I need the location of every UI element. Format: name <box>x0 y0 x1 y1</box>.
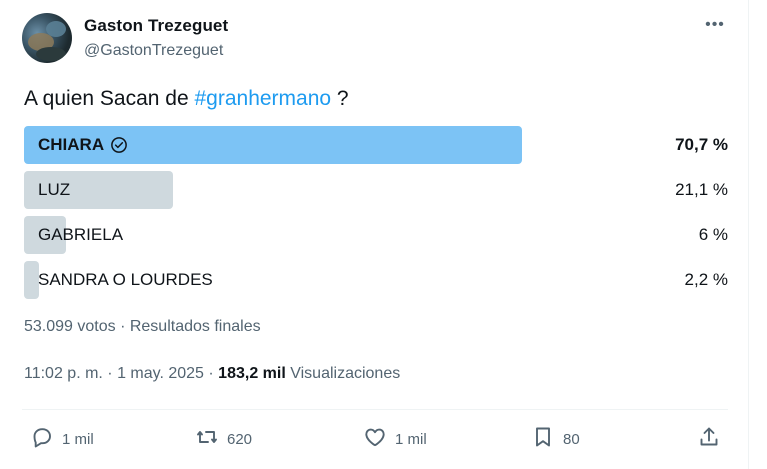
avatar[interactable] <box>22 13 72 63</box>
action-bar: 1 mil 620 1 mil 80 <box>0 422 749 456</box>
views-count: 183,2 mil <box>218 365 286 382</box>
repost-button[interactable]: 620 <box>195 422 252 456</box>
poll-option-percent: 6 % <box>698 225 728 244</box>
bookmark-button[interactable]: 80 <box>531 422 580 456</box>
poll-option-label: GABRIELA <box>38 216 123 254</box>
poll-option-text: GABRIELA <box>38 225 124 244</box>
hashtag-link[interactable]: #granhermano <box>194 87 331 110</box>
tweet-meta: 11:02 p. m. · 1 may. 2025 · 183,2 mil Vi… <box>24 365 400 383</box>
poll-results-summary: 53.099 votos · Resultados finales <box>24 318 261 335</box>
poll-option-label: LUZ <box>38 171 70 209</box>
tweet-text-after: ? <box>331 87 349 110</box>
reply-button[interactable]: 1 mil <box>30 422 94 456</box>
poll-option: SANDRA O LOURDES 2,2 % <box>24 261 728 299</box>
views-label: Visualizaciones <box>285 365 401 382</box>
author-handle[interactable]: @GastonTrezeguet <box>84 42 223 60</box>
poll: CHIARA 70,7 % LUZ 21,1 % GABRIELA 6 % SA… <box>24 126 728 306</box>
reply-count: 1 mil <box>62 430 94 448</box>
tweet-text-before: A quien Sacan de <box>24 87 195 110</box>
poll-option-label: SANDRA O LOURDES <box>38 261 213 299</box>
check-circle-icon <box>110 136 128 154</box>
bookmark-count: 80 <box>563 430 580 448</box>
poll-option-text: LUZ <box>38 180 71 199</box>
poll-bar <box>24 261 39 299</box>
reply-icon <box>30 425 54 453</box>
repost-count: 620 <box>227 430 253 448</box>
poll-option-percent: 2,2 % <box>684 270 728 289</box>
tweet-card: Gaston Trezeguet @GastonTrezeguet ••• A … <box>0 0 749 469</box>
divider <box>22 409 728 410</box>
share-button[interactable] <box>697 422 721 456</box>
poll-option-percent: 21,1 % <box>675 180 728 199</box>
repost-icon <box>195 425 219 453</box>
tweet-text: A quien Sacan de #granhermano ? <box>24 87 349 111</box>
poll-option: CHIARA 70,7 % <box>24 126 728 164</box>
poll-option-text: SANDRA O LOURDES <box>38 270 213 289</box>
author-name[interactable]: Gaston Trezeguet <box>84 16 228 36</box>
poll-option: GABRIELA 6 % <box>24 216 728 254</box>
heart-icon <box>363 425 387 453</box>
more-options-icon[interactable]: ••• <box>700 13 730 37</box>
share-icon <box>697 425 721 453</box>
poll-option-text: CHIARA <box>38 135 105 154</box>
poll-option-label: CHIARA <box>38 126 128 164</box>
like-button[interactable]: 1 mil <box>363 422 427 456</box>
poll-option-percent: 70,7 % <box>675 135 728 154</box>
bookmark-icon <box>531 425 555 453</box>
poll-option: LUZ 21,1 % <box>24 171 728 209</box>
like-count: 1 mil <box>395 430 427 448</box>
timestamp[interactable]: 11:02 p. m. · 1 may. 2025 · <box>24 365 218 382</box>
